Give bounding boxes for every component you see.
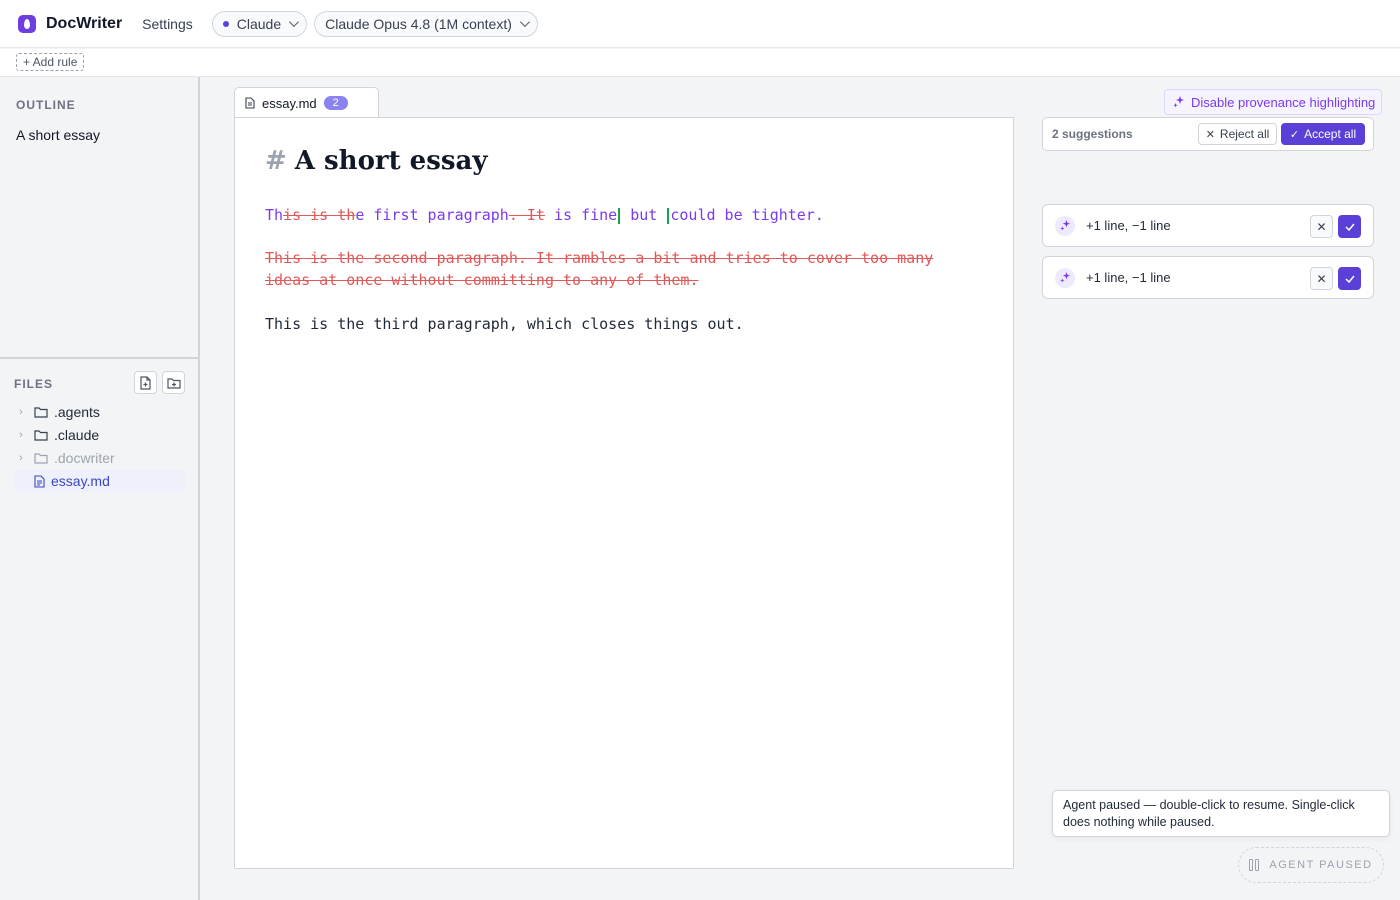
suggestion-card[interactable]: +1 line, −1 line ✕ [1042, 256, 1374, 299]
tree-item-docwriter[interactable]: › .docwriter [14, 447, 186, 469]
inserted-text: Th [265, 206, 284, 224]
paragraph-2-deleted[interactable]: This is the second paragraph. It rambles… [265, 247, 965, 291]
file-icon [245, 97, 255, 109]
app-logo-icon [18, 14, 36, 33]
deleted-text: . It [508, 206, 545, 224]
provider-select[interactable]: Claude [211, 10, 308, 37]
chevron-right-icon: › [19, 452, 23, 464]
new-folder-icon [166, 377, 181, 389]
inserted-text: could be tighter. [670, 206, 824, 224]
rules-bar: + Add rule [0, 49, 1400, 77]
outline-title: OUTLINE [16, 98, 76, 112]
new-folder-button[interactable] [162, 371, 185, 394]
suggestion-summary: +1 line, −1 line [1086, 270, 1171, 285]
inserted-text: e first paragraph [355, 206, 509, 224]
check-icon [1344, 223, 1355, 231]
app-name: DocWriter [46, 14, 123, 32]
close-icon: ✕ [1205, 128, 1215, 141]
heading-marker: # [265, 146, 287, 176]
inserted-text: but [621, 206, 667, 224]
accept-all-label: Accept all [1304, 127, 1357, 141]
accept-suggestion-button[interactable] [1338, 267, 1361, 290]
tab-label: essay.md [262, 95, 317, 111]
reject-suggestion-button[interactable]: ✕ [1310, 267, 1333, 290]
outline-item[interactable]: A short essay [16, 127, 100, 143]
suggestion-card[interactable]: +1 line, −1 line ✕ [1042, 204, 1374, 247]
provider-dot-icon [222, 20, 229, 27]
paragraph-1[interactable]: This is the first paragraph. It is fine … [265, 204, 965, 226]
close-icon: ✕ [1316, 271, 1327, 286]
divider [0, 357, 198, 359]
check-icon: ✓ [1289, 128, 1300, 141]
reject-all-label: Reject all [1219, 127, 1270, 141]
folder-icon [34, 406, 48, 418]
folder-icon [34, 452, 48, 464]
tree-item-label: essay.md [51, 473, 110, 489]
sparkle-icon [1055, 267, 1075, 288]
inserted-text: is fine [544, 206, 618, 224]
toggle-provenance-button[interactable]: Disable provenance highlighting [1164, 89, 1382, 115]
agent-cursor [618, 207, 621, 224]
chevron-right-icon: › [19, 429, 23, 441]
suggestion-summary: +1 line, −1 line [1086, 218, 1171, 233]
paragraph-3[interactable]: This is the third paragraph, which close… [265, 313, 965, 335]
model-label: Claude Opus 4.8 (1M context) [325, 15, 512, 32]
file-icon [34, 474, 45, 488]
agent-status-label: AGENT PAUSED [1269, 859, 1373, 871]
pause-icon [1249, 859, 1260, 871]
tab-essay[interactable]: essay.md 2 [234, 87, 379, 118]
tree-item-claude[interactable]: › .claude [14, 424, 186, 446]
new-file-button[interactable] [134, 371, 157, 394]
sidebar: OUTLINE A short essay FILES › .agents › … [0, 77, 200, 900]
chevron-down-icon [289, 17, 300, 28]
tree-item-agents[interactable]: › .agents [14, 401, 186, 423]
top-bar: DocWriter Settings Claude Claude Opus 4.… [0, 0, 1400, 48]
model-select[interactable]: Claude Opus 4.8 (1M context) [314, 10, 538, 37]
tree-item-essay[interactable]: essay.md [14, 470, 186, 492]
add-rule-button[interactable]: + Add rule [16, 53, 85, 71]
provider-label: Claude [236, 15, 282, 32]
agent-paused-tooltip: Agent paused — double-click to resume. S… [1052, 790, 1390, 837]
heading-text: A short essay [294, 146, 488, 176]
document-heading: # A short essay [265, 146, 487, 176]
reject-suggestion-button[interactable]: ✕ [1310, 215, 1333, 238]
document-editor[interactable]: # A short essay This is the first paragra… [234, 117, 1014, 869]
settings-link[interactable]: Settings [142, 16, 193, 32]
files-title: FILES [14, 377, 54, 391]
tree-item-label: .docwriter [54, 450, 115, 466]
tree-item-label: .agents [54, 404, 100, 420]
agent-status-button[interactable]: AGENT PAUSED [1238, 847, 1384, 883]
suggestions-count: 2 suggestions [1052, 127, 1133, 141]
tree-item-label: .claude [54, 427, 100, 443]
new-file-icon [140, 375, 151, 390]
deleted-text: is is th [283, 206, 356, 224]
folder-icon [34, 429, 48, 441]
reject-all-button[interactable]: ✕ Reject all [1198, 123, 1277, 145]
close-icon: ✕ [1316, 219, 1327, 234]
sparkle-icon [1055, 215, 1075, 236]
suggestion-count-badge: 2 [323, 96, 348, 110]
provenance-label: Disable provenance highlighting [1191, 94, 1376, 110]
accept-suggestion-button[interactable] [1338, 215, 1361, 238]
chevron-down-icon [519, 17, 530, 28]
chevron-right-icon: › [19, 406, 23, 418]
check-icon [1344, 275, 1355, 283]
sparkle-icon [1173, 96, 1184, 108]
accept-all-button[interactable]: ✓ Accept all [1281, 123, 1365, 145]
